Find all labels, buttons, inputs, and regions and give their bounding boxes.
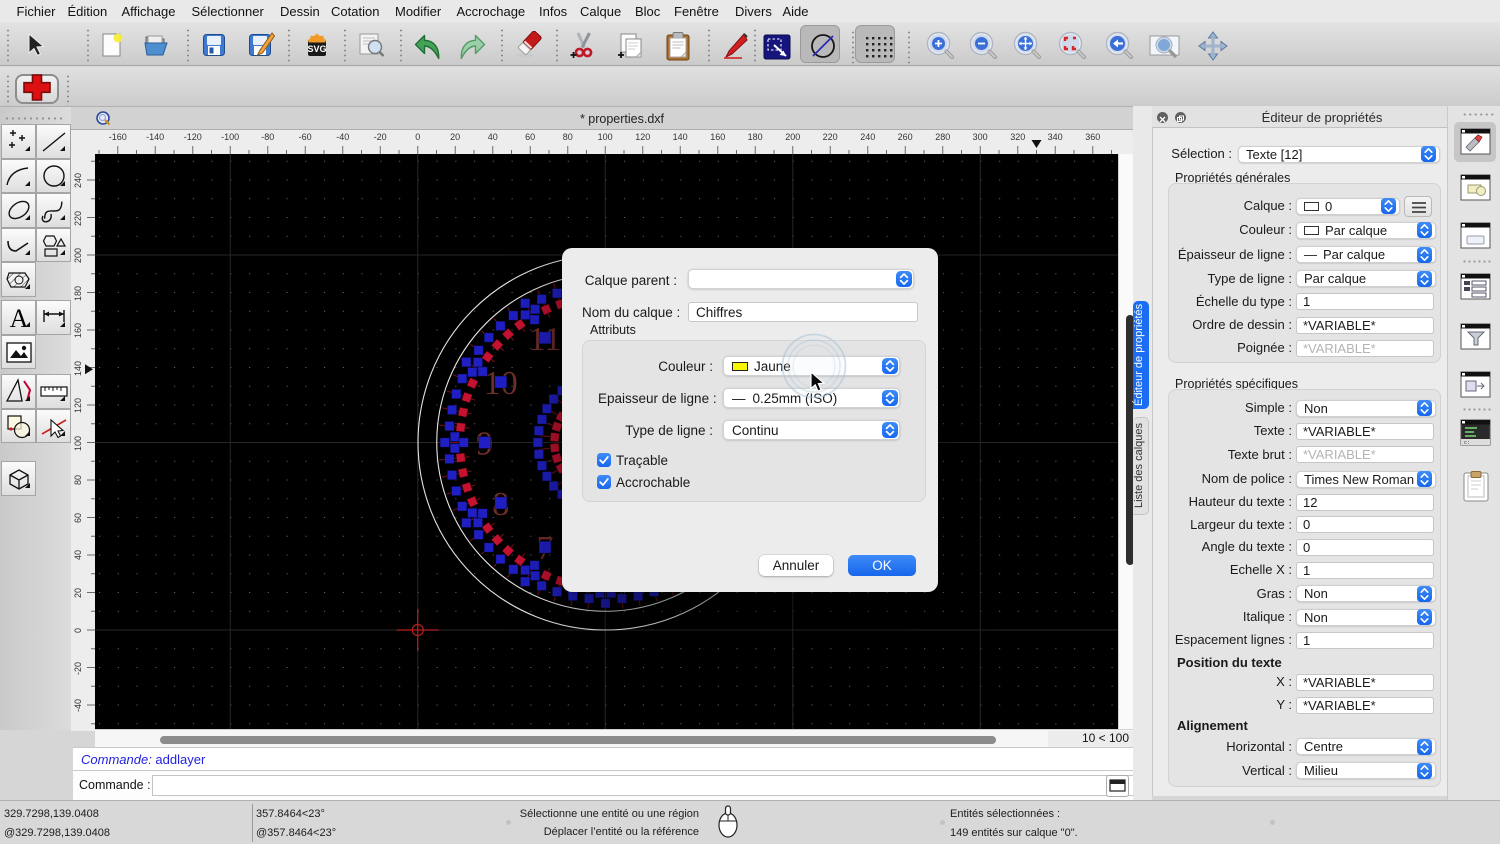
svg-text:c:: c:: [1464, 440, 1470, 446]
svg-text:A: A: [10, 304, 29, 333]
svg-text:SVG: SVG: [307, 44, 326, 54]
